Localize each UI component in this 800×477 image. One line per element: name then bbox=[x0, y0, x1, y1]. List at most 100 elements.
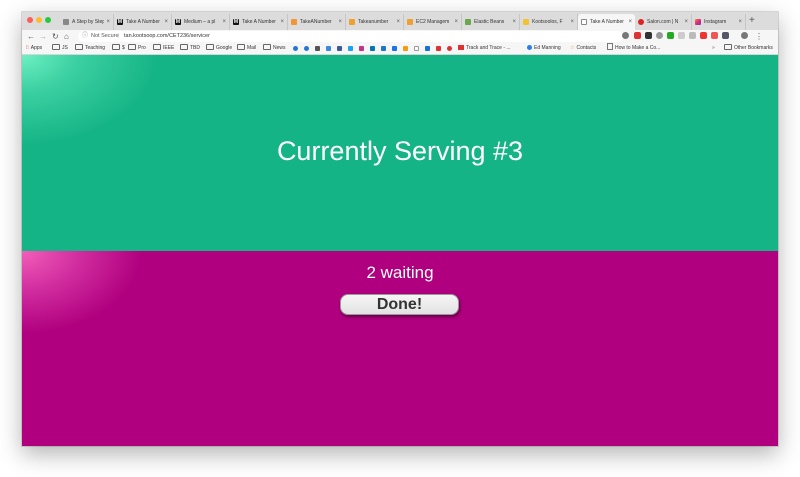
tab[interactable]: TakeANumber × bbox=[288, 14, 346, 30]
text-document-icon bbox=[63, 19, 69, 25]
close-icon[interactable]: × bbox=[280, 19, 284, 25]
folder-icon bbox=[112, 44, 120, 50]
bookmark-facebook-icon[interactable] bbox=[337, 46, 342, 51]
bookmark-blue-square-icon[interactable] bbox=[381, 46, 386, 51]
close-icon[interactable]: × bbox=[738, 19, 742, 25]
address-bar[interactable]: ⓘ Not Secure | tan.kootsoop.com/CET236/s… bbox=[78, 31, 672, 42]
kebab-menu-icon[interactable]: ⋮ bbox=[755, 31, 763, 42]
forward-arrow-icon[interactable]: → bbox=[39, 31, 47, 42]
address-separator: | bbox=[118, 33, 120, 39]
close-icon[interactable]: × bbox=[106, 19, 110, 25]
tab-title: EC2 Managem bbox=[416, 19, 450, 25]
close-icon[interactable]: × bbox=[338, 19, 342, 25]
folder-icon bbox=[128, 44, 136, 50]
truck-icon bbox=[458, 45, 464, 50]
extension-mail-icon[interactable] bbox=[645, 32, 652, 39]
bookmark-red-round-icon[interactable] bbox=[447, 46, 452, 51]
done-button[interactable]: Done! bbox=[340, 294, 459, 315]
bookmark-page-icon[interactable] bbox=[414, 46, 419, 51]
other-bookmarks-folder[interactable]: Other Bookmarks bbox=[724, 43, 773, 54]
bookmark-folder[interactable]: $ bbox=[112, 43, 125, 54]
bookmark-orange-icon[interactable] bbox=[403, 46, 408, 51]
close-icon[interactable]: × bbox=[628, 19, 632, 25]
tab[interactable]: M Medium – a pl × bbox=[172, 14, 230, 30]
tab[interactable]: M Take A Number × bbox=[230, 14, 288, 30]
bookmark-folder[interactable]: JS bbox=[52, 43, 68, 54]
reload-icon[interactable]: ↻ bbox=[52, 31, 59, 42]
extension-dark-icon[interactable] bbox=[722, 32, 729, 39]
page-icon bbox=[607, 43, 613, 50]
bookmark-apps[interactable]: ⁞⁞ Apps bbox=[26, 43, 42, 54]
tab[interactable]: Elastic Beans × bbox=[462, 14, 520, 30]
tab-active[interactable]: Take A Number × bbox=[578, 14, 635, 30]
info-circle-icon[interactable]: ⓘ bbox=[82, 31, 88, 42]
close-icon[interactable]: × bbox=[164, 19, 168, 25]
tab[interactable]: Instagram × bbox=[692, 14, 746, 30]
gitlab-fox-icon bbox=[291, 19, 297, 25]
bookmark-link[interactable]: How to Make a Co... bbox=[607, 43, 660, 54]
extension-green-icon[interactable] bbox=[667, 32, 674, 39]
close-icon[interactable]: × bbox=[454, 19, 458, 25]
back-arrow-icon[interactable]: ← bbox=[27, 31, 35, 42]
zoom-window-button[interactable] bbox=[45, 17, 51, 23]
bookmark-folder[interactable]: TBD bbox=[180, 43, 200, 54]
globe-icon bbox=[527, 45, 532, 50]
bookmark-folder[interactable]: Mail bbox=[237, 43, 256, 54]
bookmark-label: IEEE bbox=[163, 45, 175, 51]
bookmark-label: Ed Manning bbox=[534, 45, 561, 51]
contacts-icon: ☆ bbox=[570, 45, 575, 51]
bookmark-link[interactable]: Track and Trace - ... bbox=[458, 43, 511, 54]
bookmark-link[interactable]: Ed Manning bbox=[527, 43, 561, 54]
bookmark-label: Teaching bbox=[85, 45, 106, 51]
tab[interactable]: Takeanumber × bbox=[346, 14, 404, 30]
extension-gear-icon[interactable] bbox=[622, 32, 629, 39]
bookmark-pin-icon[interactable] bbox=[425, 46, 430, 51]
bookmark-folder[interactable]: IEEE bbox=[153, 43, 174, 54]
extension-circle-icon[interactable] bbox=[656, 32, 663, 39]
folder-icon bbox=[206, 44, 214, 50]
close-icon[interactable]: × bbox=[570, 19, 574, 25]
bookmark-folder[interactable]: Google bbox=[206, 43, 232, 54]
tab-title: TakeANumber bbox=[300, 19, 332, 25]
tab[interactable]: Kootsoolos, F × bbox=[520, 14, 578, 30]
bookmark-gray-icon[interactable] bbox=[315, 46, 320, 51]
close-icon[interactable]: × bbox=[396, 19, 400, 25]
tab[interactable]: Salon.com | N × bbox=[635, 14, 692, 30]
close-icon[interactable]: × bbox=[684, 19, 688, 25]
bookmark-folder[interactable]: News bbox=[263, 43, 286, 54]
tab[interactable]: EC2 Managem × bbox=[404, 14, 462, 30]
tab[interactable]: A Step by Step × bbox=[60, 14, 114, 30]
browser-toolbar: ← → ↻ ⌂ ⓘ Not Secure | tan.kootsoop.com/… bbox=[22, 30, 778, 43]
medium-m-icon: M bbox=[117, 19, 123, 25]
close-icon[interactable]: × bbox=[512, 19, 516, 25]
bookmark-blue-square-icon[interactable] bbox=[392, 46, 397, 51]
tab[interactable]: M Take A Number × bbox=[114, 14, 172, 30]
red-circle-icon bbox=[638, 19, 644, 25]
bookmark-linkedin-icon[interactable] bbox=[370, 46, 375, 51]
profile-avatar-icon[interactable] bbox=[741, 32, 748, 39]
minimize-window-button[interactable] bbox=[36, 17, 42, 23]
bookmark-blue-circle-icon[interactable] bbox=[304, 46, 309, 51]
extension-square-icon[interactable] bbox=[678, 32, 685, 39]
new-tab-button[interactable]: + bbox=[749, 15, 755, 27]
blank-page-icon bbox=[581, 19, 587, 25]
bookmark-folder[interactable]: Teaching bbox=[75, 43, 105, 54]
close-window-button[interactable] bbox=[27, 17, 33, 23]
bookmark-blue-icon[interactable] bbox=[326, 46, 331, 51]
extension-red-icon[interactable] bbox=[700, 32, 707, 39]
orange-cube-icon bbox=[349, 19, 355, 25]
bookmark-twitter-icon[interactable] bbox=[348, 46, 353, 51]
bookmark-blue-circle-icon[interactable] bbox=[293, 46, 298, 51]
tab-title: Medium – a pl bbox=[184, 19, 216, 25]
extension-gray-icon[interactable] bbox=[689, 32, 696, 39]
bookmark-link[interactable]: ☆ Contacts bbox=[570, 43, 596, 54]
home-icon[interactable]: ⌂ bbox=[64, 31, 69, 42]
extension-abp-icon[interactable] bbox=[634, 32, 641, 39]
bookmark-folder[interactable]: Pro bbox=[128, 43, 146, 54]
bookmarks-overflow-button[interactable]: » bbox=[712, 43, 715, 54]
bookmark-instagram-icon[interactable] bbox=[359, 46, 364, 51]
extension-badge-icon[interactable] bbox=[711, 32, 718, 39]
bookmark-red-icon[interactable] bbox=[436, 46, 441, 51]
bookmark-label: JS bbox=[62, 45, 68, 51]
close-icon[interactable]: × bbox=[222, 19, 226, 25]
